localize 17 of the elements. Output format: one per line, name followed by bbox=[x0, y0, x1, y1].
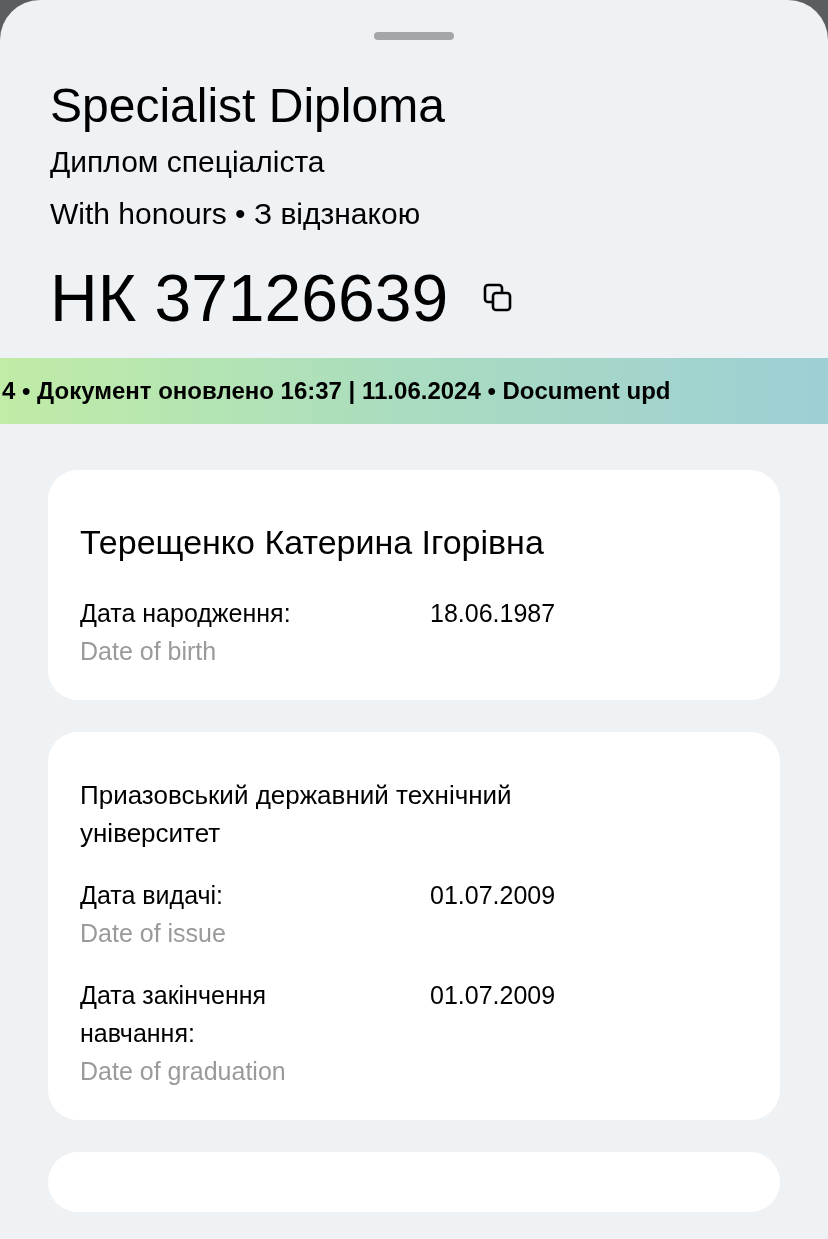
field-value: 18.06.1987 bbox=[430, 598, 556, 629]
institution-name: Приазовський державний технічний університет bbox=[80, 779, 513, 850]
document-subtitle: Диплом спеціаліста bbox=[50, 144, 326, 180]
document-number: НК 37126639 bbox=[50, 260, 449, 336]
ticker-text: 4 • Документ оновлено 16:37 | 11.06.2024 • Document upd bbox=[1, 377, 671, 405]
field-value: 01.07.2009 bbox=[430, 880, 556, 911]
honours-text: With honours • З відзнакою bbox=[50, 196, 422, 232]
document-title: Specialist Diploma bbox=[50, 78, 446, 134]
field-label-english: Date of issue bbox=[80, 918, 227, 949]
field-label-english: Date of graduation bbox=[80, 1056, 287, 1087]
field-label: Дата народження: bbox=[80, 598, 292, 629]
field-value: 01.07.2009 bbox=[430, 980, 556, 1011]
field-label: Дата закінчення навчання: bbox=[80, 980, 268, 1049]
drag-handle[interactable] bbox=[374, 32, 454, 40]
person-name: Терещенко Катерина Ігорівна bbox=[80, 522, 545, 563]
field-label-english: Date of birth bbox=[80, 636, 218, 667]
field-label: Дата видачі: bbox=[80, 880, 225, 911]
